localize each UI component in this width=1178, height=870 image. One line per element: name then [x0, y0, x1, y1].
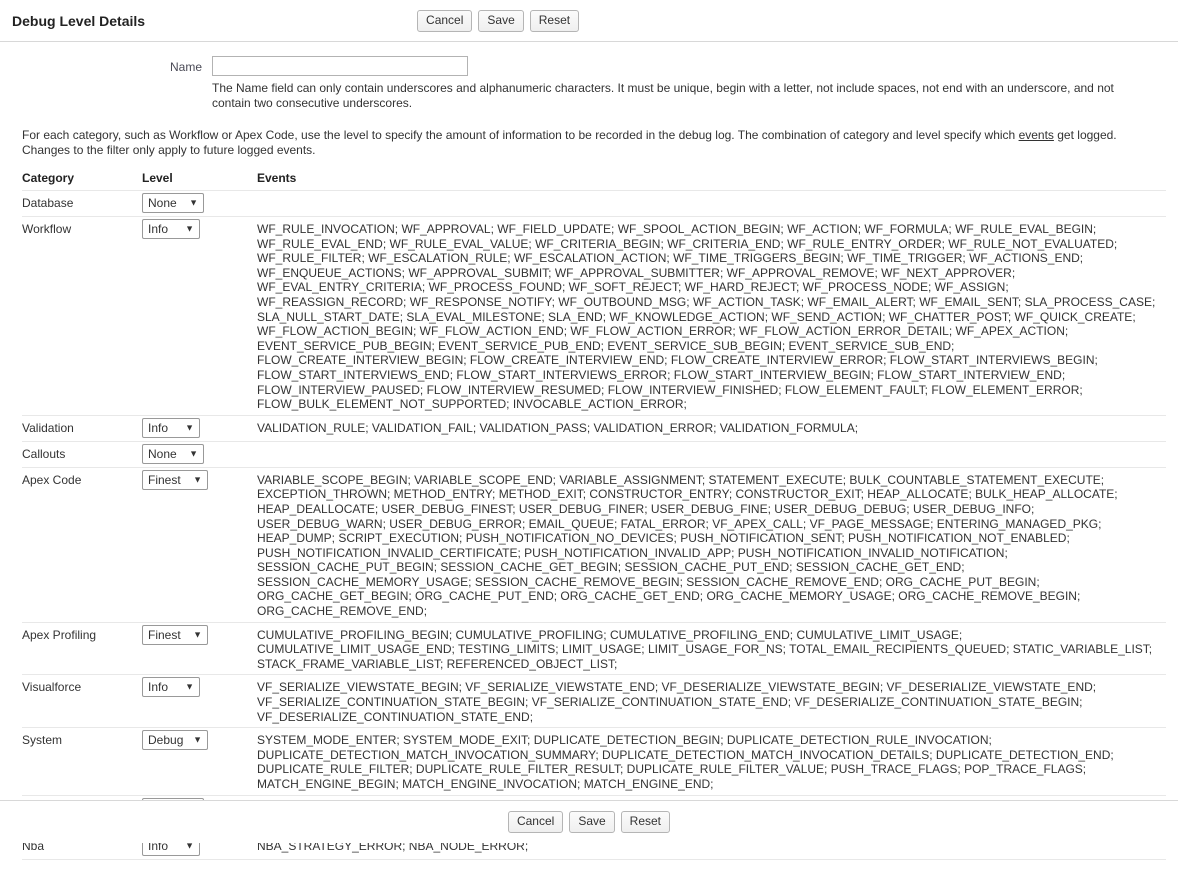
category-cell: Visualforce	[22, 674, 142, 729]
level-select-apex-profiling[interactable]: Finest ▼	[142, 624, 208, 645]
save-button[interactable]: Save	[478, 9, 524, 32]
chevron-down-icon: ▼	[185, 681, 194, 692]
name-row: Name The Name field can only contain und…	[0, 56, 1178, 111]
chevron-down-icon: ▼	[193, 474, 202, 485]
chevron-down-icon: ▼	[189, 197, 198, 208]
page-header: Debug Level Details Cancel Save Reset	[0, 0, 1178, 42]
chevron-down-icon: ▼	[189, 448, 198, 459]
chevron-down-icon: ▼	[193, 734, 202, 745]
events-cell	[257, 441, 1166, 468]
intro-text-line2: Changes to the filter only apply to futu…	[22, 143, 316, 157]
level-select-apex-code[interactable]: Finest ▼	[142, 469, 208, 490]
chevron-down-icon: ▼	[193, 629, 202, 640]
level-select-database[interactable]: None ▼	[142, 193, 204, 213]
events-cell: WF_RULE_INVOCATION; WF_APPROVAL; WF_FIEL…	[257, 216, 1166, 416]
name-help-text: The Name field can only contain undersco…	[212, 81, 1114, 110]
table-body: Database None ▼ Workflow Info ▼ WF_RULE_INVOCA…	[22, 190, 1166, 860]
column-header-level: Level	[142, 171, 173, 185]
level-select-value: Finest	[148, 472, 181, 487]
table-header: Category Level Events	[22, 171, 1166, 191]
reset-button[interactable]: Reset	[529, 9, 580, 32]
category-cell: System	[22, 727, 142, 796]
category-cell: Apex Code	[22, 467, 142, 623]
table-row: System Debug ▼ SYSTEM_MODE_ENTER; SYSTEM_MO…	[22, 727, 1166, 796]
column-header-category: Category	[22, 171, 75, 185]
intro-text-pre: For each category, such as Workflow or A…	[22, 128, 1019, 142]
header-button-group: Cancel Save Reset	[417, 9, 580, 32]
level-cell: Info ▼	[142, 415, 257, 442]
events-cell: SYSTEM_MODE_ENTER; SYSTEM_MODE_EXIT; DUP…	[257, 727, 1166, 796]
level-select-value: Info	[148, 222, 169, 236]
events-cell: VF_SERIALIZE_VIEWSTATE_BEGIN; VF_SERIALI…	[257, 674, 1166, 729]
page-title: Debug Level Details	[12, 12, 146, 29]
level-cell: None ▼	[142, 190, 257, 217]
table-row: Apex Code Finest ▼ VARIABLE_SCOPE_BEGIN; VA…	[22, 467, 1166, 623]
category-cell: Validation	[22, 415, 142, 442]
name-section: Name The Name field can only contain und…	[0, 42, 1178, 111]
level-select-validation[interactable]: Info ▼	[142, 417, 200, 438]
table-row: Database None ▼	[22, 190, 1166, 217]
cancel-button[interactable]: Cancel	[417, 9, 473, 32]
table-row: Visualforce Info ▼ VF_SERIALIZE_VIEWSTATE_B…	[22, 674, 1166, 729]
table-row: Workflow Info ▼ WF_RULE_INVOCATION; WF_APPR…	[22, 216, 1166, 416]
save-button[interactable]: Save	[569, 811, 615, 833]
debug-levels-table: Category Level Events Database None ▼ Workf…	[22, 171, 1166, 860]
level-cell: None ▼	[142, 441, 257, 468]
level-cell: Finest ▼	[142, 467, 257, 623]
intro-paragraph: For each category, such as Workflow or A…	[22, 128, 1142, 158]
name-label: Name	[169, 60, 202, 74]
table-header-row: Category Level Events	[22, 171, 1166, 191]
reset-button[interactable]: Reset	[620, 811, 671, 833]
level-cell: Info ▼	[142, 674, 257, 729]
level-select-callouts[interactable]: None ▼	[142, 443, 204, 464]
level-select-value: Finest	[148, 627, 181, 642]
level-select-value: Info	[148, 680, 169, 695]
level-select-value: None	[148, 446, 177, 461]
name-field-wrapper: The Name field can only contain undersco…	[212, 56, 1178, 111]
level-select-system[interactable]: Debug ▼	[142, 730, 208, 751]
events-cell: VALIDATION_RULE; VALIDATION_FAIL; VALIDA…	[257, 415, 1166, 442]
table-row: Validation Info ▼ VALIDATION_RULE; VALIDATI…	[22, 415, 1166, 442]
table-row: Apex Profiling Finest ▼ CUMULATIVE_PROFILIN…	[22, 622, 1166, 676]
cancel-button[interactable]: Cancel	[507, 811, 564, 833]
name-input[interactable]	[212, 56, 468, 76]
level-select-value: None	[148, 196, 177, 210]
level-select-value: Info	[148, 420, 169, 435]
debug-level-details-page: Debug Level Details Cancel Save Reset Na…	[0, 0, 1178, 860]
intro-text-post: get logged.	[1053, 128, 1117, 142]
level-cell: Info ▼	[142, 216, 257, 416]
level-select-value: Debug	[148, 733, 184, 748]
chevron-down-icon: ▼	[185, 422, 194, 433]
category-cell: Workflow	[22, 216, 142, 416]
page-footer: Cancel Save Reset	[0, 800, 1178, 843]
category-cell: Callouts	[22, 441, 142, 468]
level-cell: Finest ▼	[142, 622, 257, 676]
category-cell: Database	[22, 190, 142, 217]
chevron-down-icon: ▼	[185, 223, 194, 234]
events-cell: VARIABLE_SCOPE_BEGIN; VARIABLE_SCOPE_END…	[257, 467, 1166, 623]
events-cell	[257, 190, 1166, 217]
column-header-events: Events	[257, 171, 297, 185]
page-content: Name The Name field can only contain und…	[0, 42, 1178, 870]
category-cell: Apex Profiling	[22, 622, 142, 676]
level-select-visualforce[interactable]: Info ▼	[142, 677, 200, 698]
table-row: Callouts None ▼	[22, 441, 1166, 468]
events-cell: CUMULATIVE_PROFILING_BEGIN; CUMULATIVE_P…	[257, 622, 1166, 676]
events-link[interactable]: events	[1019, 128, 1054, 142]
level-cell: Debug ▼	[142, 727, 257, 796]
level-select-workflow[interactable]: Info ▼	[142, 219, 200, 239]
